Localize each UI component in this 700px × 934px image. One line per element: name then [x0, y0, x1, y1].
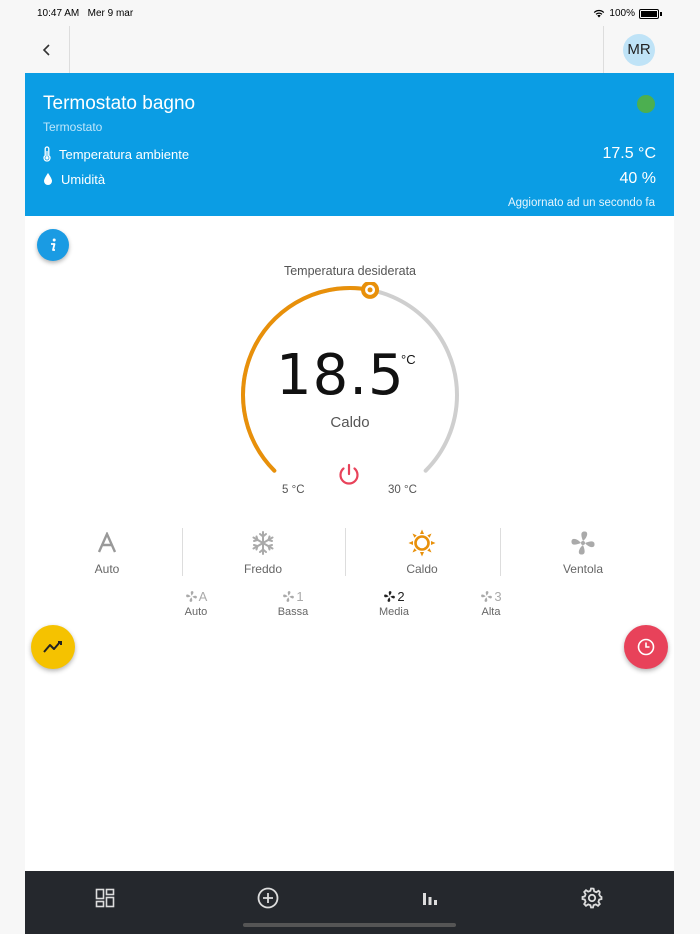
bar-chart-icon [423, 893, 437, 905]
auto-a-icon [97, 532, 117, 553]
fan-speed-auto[interactable]: A Auto [166, 586, 226, 619]
droplet-icon [44, 173, 52, 185]
tab-dashboard[interactable] [90, 883, 120, 913]
fan-small-icon [384, 590, 396, 602]
mode-ventola[interactable]: Ventola [523, 526, 643, 576]
mode-selector: Auto Freddo Caldo Ventola [25, 526, 674, 576]
wifi-icon [594, 9, 605, 18]
target-unit: °C [401, 352, 416, 367]
fan-small-icon [283, 590, 295, 602]
status-indicator [637, 95, 655, 113]
fan-speed-bassa[interactable]: 1 Bassa [263, 586, 323, 619]
power-icon [339, 463, 359, 485]
current-mode: Caldo [330, 414, 370, 431]
clock-icon [637, 638, 655, 656]
gear-icon [581, 887, 603, 909]
dashboard-icon [95, 888, 115, 908]
status-time: 10:47 AM Mer 9 mar [37, 8, 134, 19]
chevron-left-icon [42, 43, 50, 56]
updated-text: Aggiornato ad un secondo fa [507, 197, 655, 209]
thermometer-icon [43, 146, 51, 162]
dial-max-label: 30 °C [388, 484, 417, 496]
fan-small-icon [481, 590, 493, 602]
sun-icon [408, 529, 436, 557]
snowflake-icon [252, 531, 274, 555]
avatar: MR [623, 33, 655, 66]
dial-min-label: 5 °C [282, 484, 305, 496]
navbar: MR [25, 26, 674, 74]
device-header: Termostato bagno Termostato Temperatura … [25, 73, 674, 216]
tab-settings[interactable] [577, 883, 607, 913]
back-button[interactable] [25, 26, 70, 73]
chart-button[interactable] [31, 625, 75, 669]
battery-percent: 100% [609, 8, 635, 19]
add-circle-icon [257, 887, 279, 909]
device-type: Termostato [43, 120, 103, 134]
home-indicator [243, 923, 456, 927]
mode-caldo[interactable]: Caldo [362, 526, 482, 576]
mode-auto[interactable]: Auto [47, 526, 167, 576]
fan-speed-selector: A Auto 1 Bassa 2 Media 3 Alta [25, 586, 674, 622]
avatar-button[interactable]: MR [603, 26, 674, 73]
battery-icon [639, 8, 659, 19]
humidity-label: Umidità [61, 171, 106, 187]
info-icon [51, 238, 56, 251]
trending-icon [43, 641, 62, 653]
fan-speed-alta[interactable]: 3 Alta [461, 586, 521, 619]
humidity-value: 40 % [619, 170, 656, 187]
tab-statistics[interactable] [415, 883, 445, 913]
status-right: 100% [593, 8, 662, 19]
ambient-label: Temperatura ambiente [59, 146, 190, 162]
target-temperature: 18.5 [276, 343, 405, 408]
fan-icon [571, 531, 595, 555]
fan-speed-media[interactable]: 2 Media [364, 586, 424, 619]
ambient-row: Temperatura ambiente 17.5 °C [43, 145, 656, 163]
device-name: Termostato bagno [43, 93, 196, 114]
status-bar: 10:47 AM Mer 9 mar 100% [0, 0, 700, 26]
fan-small-icon [185, 590, 197, 602]
schedule-button[interactable] [624, 625, 668, 669]
humidity-row: Umidità 40 % [43, 170, 656, 188]
power-button[interactable] [336, 462, 362, 488]
dial-title: Temperatura desiderata [283, 264, 417, 278]
ambient-value: 17.5 °C [602, 145, 656, 162]
info-button[interactable] [37, 229, 69, 261]
tab-add[interactable] [253, 883, 283, 913]
mode-freddo[interactable]: Freddo [203, 526, 323, 576]
